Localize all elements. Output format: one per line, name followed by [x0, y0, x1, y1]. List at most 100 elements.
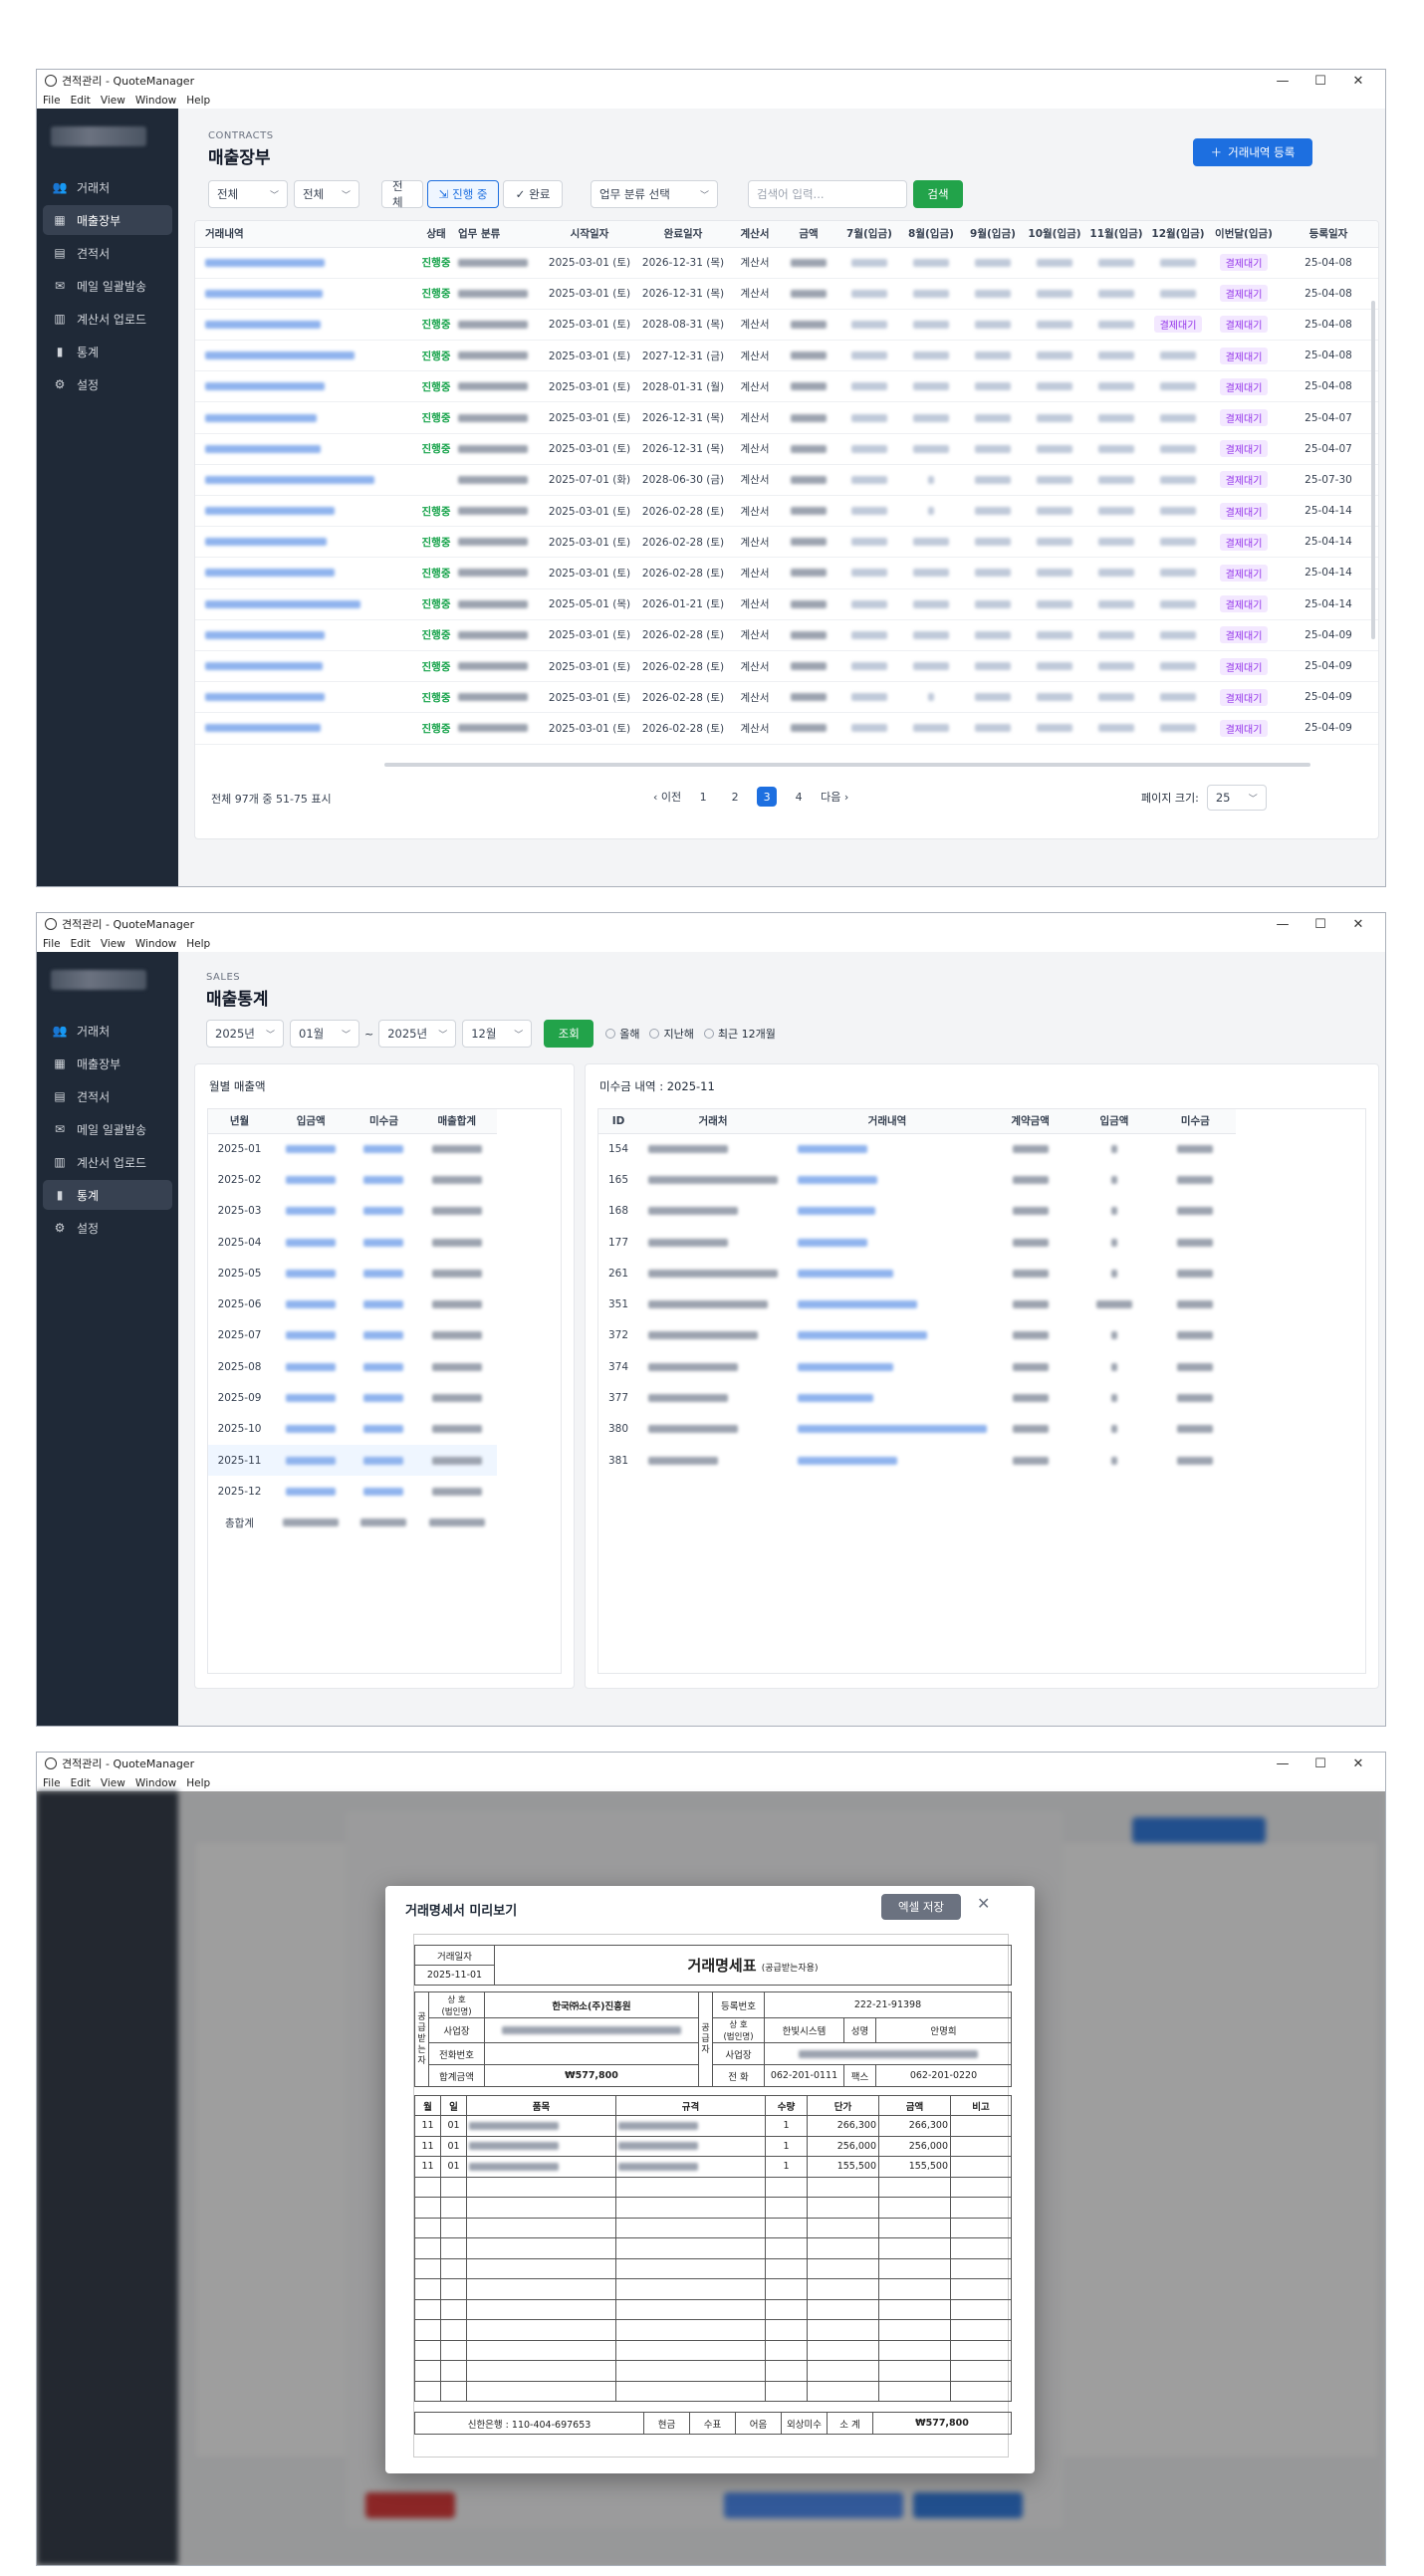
description-link[interactable]	[205, 320, 321, 329]
sidebar-item-upload[interactable]: ▥ 계산서 업로드	[43, 1147, 172, 1177]
col-registered[interactable]: 등록일자	[1279, 221, 1378, 248]
menu-file[interactable]: File	[43, 938, 61, 950]
table-row[interactable]: 2025-12	[208, 1476, 497, 1507]
table-row[interactable]: 진행중 2025-03-01 (토) 2026-12-31 (목) 계산서 결제대기 25…	[195, 401, 1378, 434]
table-row[interactable]: 168	[598, 1196, 1236, 1227]
minimize-icon[interactable]: —	[1264, 1756, 1302, 1771]
page-4[interactable]: 4	[789, 787, 809, 807]
col-invoice[interactable]: 계산서	[731, 221, 779, 248]
col-category[interactable]: 업무 분류	[458, 221, 544, 248]
table-row[interactable]: 2025-10	[208, 1414, 497, 1445]
page-1[interactable]: 1	[693, 787, 713, 807]
search-button[interactable]: 검색	[913, 180, 963, 208]
radio-this-year[interactable]: 올해	[605, 1026, 639, 1042]
segment-done[interactable]: ✓ 완료	[503, 180, 563, 208]
minimize-icon[interactable]: —	[1264, 917, 1302, 932]
description-link[interactable]	[205, 413, 317, 422]
table-row[interactable]: 165	[598, 1164, 1236, 1195]
table-row[interactable]: 진행중 2025-03-01 (토) 2028-01-31 (월) 계산서 결제대기 25…	[195, 370, 1378, 403]
year-from-select[interactable]: 2025년 ﹀	[206, 1020, 284, 1048]
add-transaction-button[interactable]: ＋ 거래내역 등록	[1193, 138, 1312, 166]
next-page-button[interactable]: 다음 ›	[821, 789, 848, 805]
table-row[interactable]: 진행중 2025-03-01 (토) 2026-12-31 (목) 계산서 결제대기 25…	[195, 247, 1378, 279]
menu-help[interactable]: Help	[186, 95, 210, 107]
sidebar-item-mail[interactable]: ✉ 메일 일괄발송	[43, 1114, 172, 1144]
col-description[interactable]: 거래내역	[195, 221, 414, 248]
close-icon[interactable]: ✕	[1339, 917, 1377, 932]
menu-edit[interactable]: Edit	[71, 938, 91, 950]
sidebar-item-settings[interactable]: ⚙ 설정	[43, 1213, 172, 1243]
table-row[interactable]: 261	[598, 1258, 1236, 1288]
year-to-select[interactable]: 2025년 ﹀	[378, 1020, 457, 1048]
description-link[interactable]	[205, 351, 355, 360]
menu-file[interactable]: File	[43, 1777, 61, 1789]
table-row[interactable]: 2025-02	[208, 1164, 497, 1195]
table-row[interactable]: 진행중 2025-03-01 (토) 2026-12-31 (목) 계산서 결제대기 25…	[195, 278, 1378, 310]
table-row[interactable]: 진행중 2025-03-01 (토) 2026-02-28 (토) 계산서 결제대기 25…	[195, 495, 1378, 528]
col-this-month[interactable]: 이번달(입금)	[1209, 221, 1279, 248]
table-row[interactable]: 진행중 2025-03-01 (토) 2026-02-28 (토) 계산서 결제대기 25…	[195, 712, 1378, 745]
table-row[interactable]: 진행중 2025-03-01 (토) 2026-02-28 (토) 계산서 결제대기 25…	[195, 557, 1378, 589]
modal-close-icon[interactable]: ✕	[977, 1894, 990, 1913]
table-row[interactable]: 진행중 2025-03-01 (토) 2026-02-28 (토) 계산서 결제대기 25…	[195, 681, 1378, 714]
table-row[interactable]: 2025-09	[208, 1382, 497, 1413]
sidebar-item-ledger[interactable]: ▦ 매출장부	[43, 205, 172, 235]
table-row[interactable]: 2025-03	[208, 1196, 497, 1227]
sidebar-item-settings[interactable]: ⚙ 설정	[43, 369, 172, 399]
description-link[interactable]	[205, 475, 374, 484]
col-oct[interactable]: 10월(입금)	[1024, 221, 1085, 248]
prev-page-button[interactable]: ‹ 이전	[653, 789, 681, 805]
description-link[interactable]	[205, 724, 321, 733]
col-status[interactable]: 상태	[414, 221, 458, 248]
page-size-select[interactable]: 25 ﹀	[1206, 785, 1267, 811]
col-aug[interactable]: 8월(입금)	[900, 221, 962, 248]
description-link[interactable]	[205, 693, 325, 702]
col-dec[interactable]: 12월(입금)	[1147, 221, 1209, 248]
col-amount[interactable]: 금액	[779, 221, 838, 248]
vertical-scrollbar[interactable]	[1371, 301, 1375, 639]
sidebar-item-clients[interactable]: 👥 거래처	[43, 1016, 172, 1046]
menu-file[interactable]: File	[43, 95, 61, 107]
menu-help[interactable]: Help	[186, 938, 210, 950]
filter-select-2[interactable]: 전체 ﹀	[294, 180, 359, 208]
table-row[interactable]: 진행중 2025-03-01 (토) 2027-12-31 (금) 계산서 결제대기 25…	[195, 340, 1378, 372]
sidebar-item-upload[interactable]: ▥ 계산서 업로드	[43, 304, 172, 334]
menu-window[interactable]: Window	[135, 95, 176, 107]
excel-save-button[interactable]: 엑셀 저장	[881, 1894, 961, 1920]
col-jul[interactable]: 7월(입금)	[838, 221, 900, 248]
col-end[interactable]: 완료일자	[635, 221, 731, 248]
description-link[interactable]	[205, 507, 335, 516]
table-row[interactable]: 2025-05	[208, 1258, 497, 1288]
table-row[interactable]: 380	[598, 1414, 1236, 1445]
radio-recent-12[interactable]: 최근 12개월	[703, 1026, 776, 1042]
menu-view[interactable]: View	[101, 1777, 125, 1789]
segment-in-progress[interactable]: ⇲ 진행 중	[427, 180, 499, 208]
table-row[interactable]: 진행중 2025-03-01 (토) 2026-02-28 (토) 계산서 결제대기 25…	[195, 650, 1378, 683]
col-sep[interactable]: 9월(입금)	[962, 221, 1024, 248]
table-row[interactable]: 154	[598, 1133, 1236, 1164]
description-link[interactable]	[205, 538, 327, 547]
sidebar-item-stats[interactable]: ▮ 통계	[43, 1180, 172, 1210]
maximize-icon[interactable]: ☐	[1302, 917, 1339, 932]
description-link[interactable]	[205, 599, 360, 608]
month-from-select[interactable]: 01월 ﹀	[290, 1020, 359, 1048]
horizontal-scrollbar[interactable]	[384, 763, 1310, 767]
col-nov[interactable]: 11월(입금)	[1085, 221, 1147, 248]
menu-help[interactable]: Help	[186, 1777, 210, 1789]
description-link[interactable]	[205, 258, 325, 267]
menu-edit[interactable]: Edit	[71, 1777, 91, 1789]
table-row[interactable]: 2025-11	[208, 1444, 497, 1477]
query-button[interactable]: 조회	[544, 1020, 594, 1048]
search-input[interactable]: 검색어 입력...	[748, 180, 907, 208]
table-row[interactable]: 2025-04	[208, 1227, 497, 1258]
category-select[interactable]: 업무 분류 선택 ﹀	[591, 180, 718, 208]
close-icon[interactable]: ✕	[1339, 1756, 1377, 1771]
description-link[interactable]	[205, 662, 323, 671]
table-row[interactable]: 진행중 2025-03-01 (토) 2026-12-31 (목) 계산서 결제대기 25…	[195, 433, 1378, 465]
close-icon[interactable]: ✕	[1339, 74, 1377, 89]
sidebar-item-clients[interactable]: 👥 거래처	[43, 172, 172, 202]
table-row[interactable]: 진행중 2025-03-01 (토) 2026-02-28 (토) 계산서 결제대기 25…	[195, 619, 1378, 651]
table-row[interactable]: 진행중 2025-03-01 (토) 2026-02-28 (토) 계산서 결제대기 25…	[195, 526, 1378, 559]
segment-all[interactable]: 전체	[381, 179, 423, 209]
table-row[interactable]: 진행중 2025-05-01 (목) 2026-01-21 (토) 계산서 결제대기 25…	[195, 588, 1378, 620]
